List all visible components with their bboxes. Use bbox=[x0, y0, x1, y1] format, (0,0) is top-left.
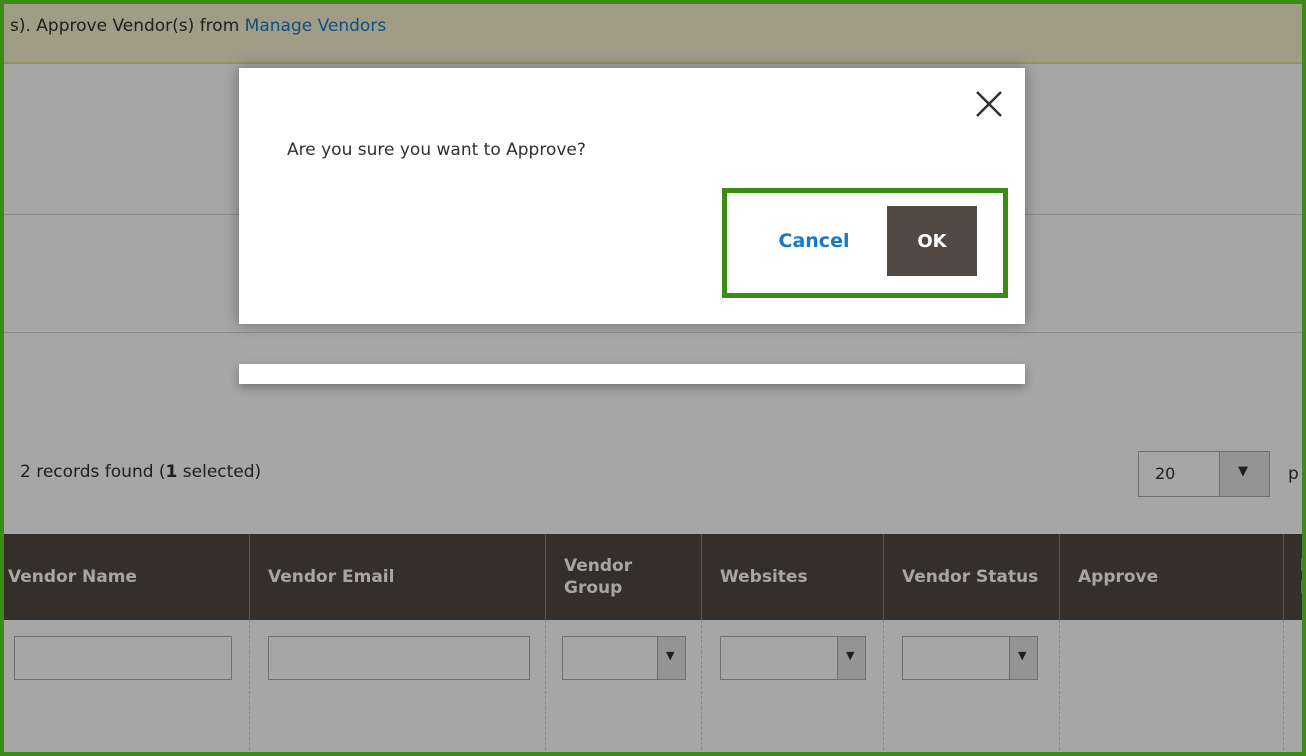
close-button[interactable] bbox=[969, 84, 1009, 124]
ok-button[interactable]: OK bbox=[887, 206, 977, 276]
background-modal-edge bbox=[239, 364, 1025, 384]
cancel-button[interactable]: Cancel bbox=[759, 208, 869, 274]
confirm-dialog: Are you sure you want to Approve? Cancel… bbox=[239, 68, 1025, 324]
screenshot-frame: s). Approve Vendor(s) from Manage Vendor… bbox=[0, 0, 1306, 756]
dialog-message: Are you sure you want to Approve? bbox=[287, 140, 586, 160]
close-icon bbox=[976, 91, 1002, 117]
